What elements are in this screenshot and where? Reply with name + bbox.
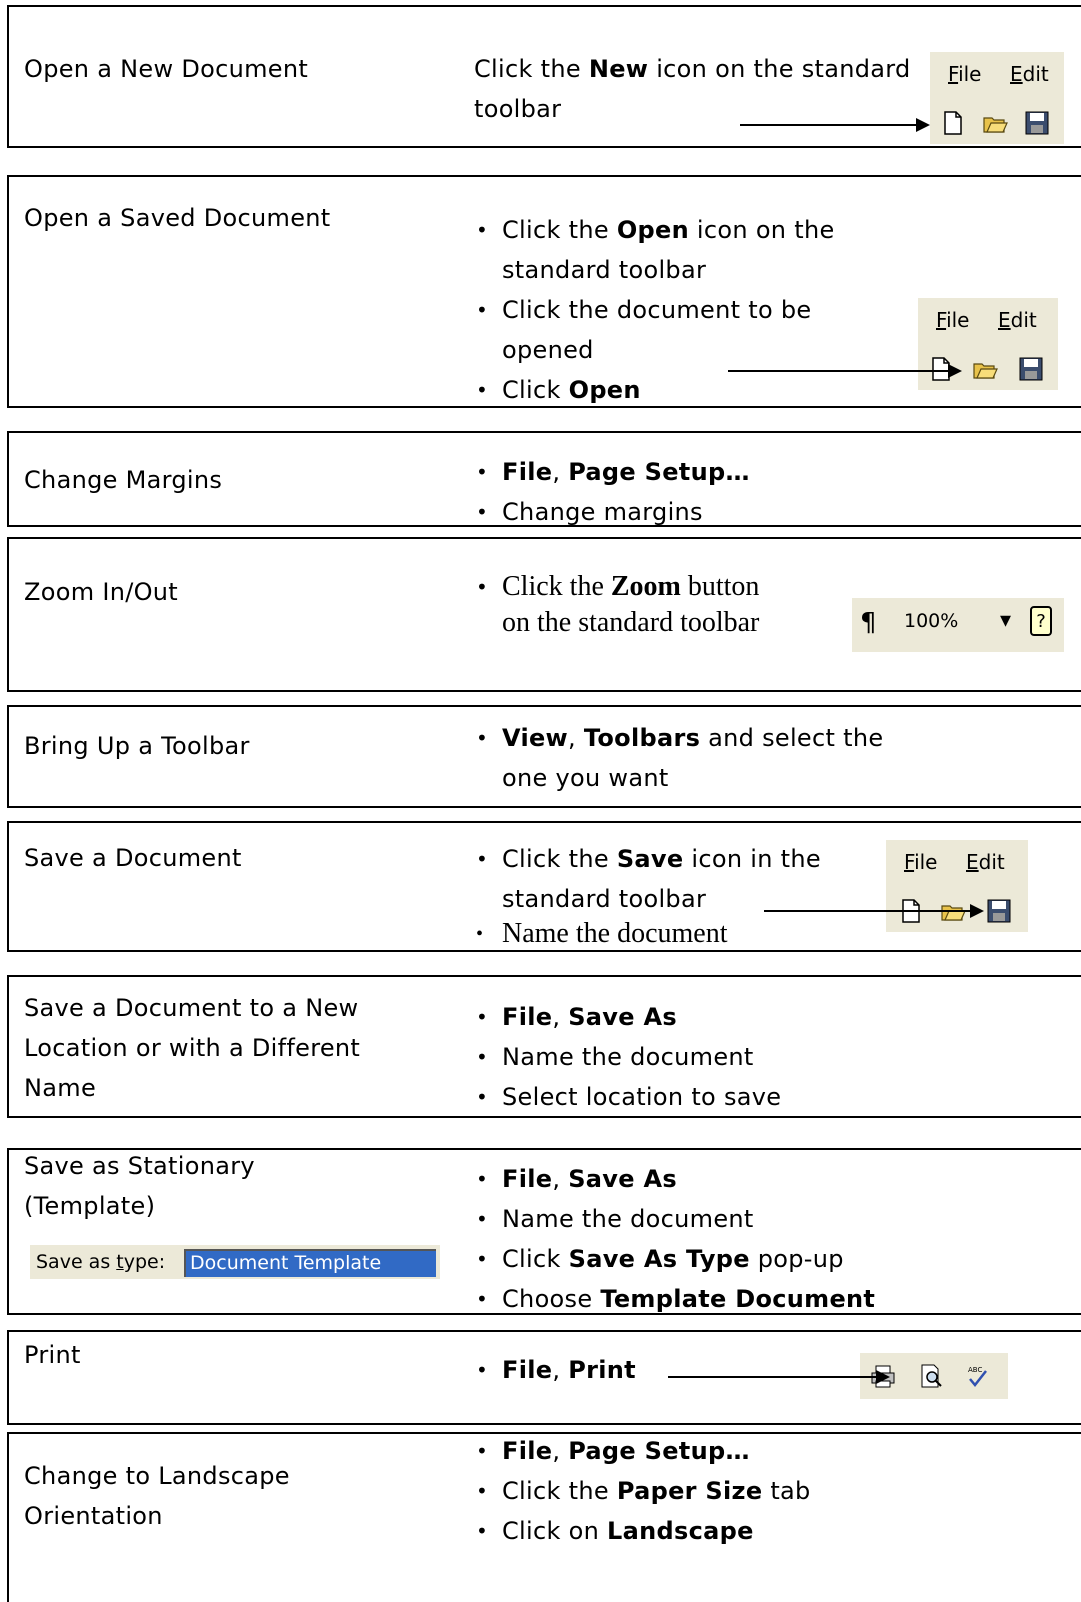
- task-label: Print: [24, 1341, 81, 1369]
- menu-file[interactable]: File: [904, 850, 937, 874]
- print-preview-icon[interactable]: [918, 1363, 944, 1389]
- task-steps: Click the Save icon in the standard tool…: [474, 839, 854, 949]
- task-label: Change Margins: [24, 466, 223, 494]
- open-folder-icon[interactable]: [982, 110, 1008, 136]
- save-disk-icon[interactable]: [986, 898, 1012, 924]
- pointer-arrow: [740, 118, 930, 132]
- menu-edit[interactable]: Edit: [998, 308, 1037, 332]
- menu-edit[interactable]: Edit: [1010, 62, 1049, 86]
- svg-text:ABC: ABC: [968, 1366, 982, 1374]
- task-description: Click the New icon on the standard toolb…: [474, 55, 911, 123]
- zoom-value[interactable]: 100%: [904, 610, 958, 632]
- task-label: Bring Up a Toolbar: [24, 732, 250, 760]
- pointer-arrow: [764, 904, 984, 918]
- save-as-type-field: Save as type: Document Template: [30, 1245, 440, 1279]
- file-edit-toolbar: File Edit: [886, 840, 1028, 932]
- file-edit-toolbar: File Edit: [918, 298, 1058, 390]
- task-steps: File, Page Setup… Change margins: [474, 452, 1034, 532]
- pointer-arrow: [668, 1370, 890, 1384]
- step: File, Save As: [474, 1159, 974, 1199]
- step: Click Open: [474, 370, 854, 410]
- step: Change margins: [474, 492, 1034, 532]
- zoom-dropdown-icon[interactable]: ▾: [1000, 608, 1011, 633]
- task-label: Open a Saved Document: [24, 204, 331, 232]
- save-disk-icon[interactable]: [1024, 110, 1050, 136]
- task-steps: File, Page Setup… Click the Paper Size t…: [474, 1431, 914, 1551]
- step: File, Print: [474, 1350, 674, 1390]
- step: Choose Template Document: [474, 1279, 974, 1319]
- zoom-toolbar: ¶ 100% ▾ ?: [852, 598, 1064, 652]
- file-edit-toolbar: File Edit: [930, 52, 1064, 144]
- task-label: Save a Document: [24, 844, 242, 872]
- task-steps: File, Save As Name the document Click Sa…: [474, 1159, 974, 1319]
- step: Click Save As Type pop-up: [474, 1239, 974, 1279]
- task-label: Change to Landscape Orientation: [24, 1462, 290, 1530]
- step: Click the Zoom button on the standard to…: [474, 569, 794, 641]
- step: Click the Paper Size tab: [474, 1471, 914, 1511]
- task-steps: File, Save As Name the document Select l…: [474, 997, 914, 1117]
- save-as-type-label: Save as type:: [36, 1251, 166, 1273]
- step: Select location to save: [474, 1077, 914, 1117]
- open-folder-icon[interactable]: [972, 356, 998, 382]
- step: Click the Open icon on the standard tool…: [474, 210, 854, 290]
- show-hide-pilcrow-icon[interactable]: ¶: [860, 608, 877, 638]
- task-label: Zoom In/Out: [24, 578, 179, 606]
- step: Click the Save icon in the standard tool…: [474, 839, 854, 919]
- save-as-type-select[interactable]: Document Template: [184, 1249, 436, 1277]
- task-steps: Click the Open icon on the standard tool…: [474, 210, 854, 410]
- menu-file[interactable]: File: [936, 308, 969, 332]
- step: Name the document: [474, 919, 854, 950]
- task-steps: File, Print: [474, 1350, 674, 1390]
- step: View, Toolbars and select the one you wa…: [474, 718, 914, 798]
- menu-edit[interactable]: Edit: [966, 850, 1005, 874]
- menu-file[interactable]: File: [948, 62, 981, 86]
- step: Name the document: [474, 1037, 914, 1077]
- step: Click on Landscape: [474, 1511, 914, 1551]
- help-icon[interactable]: ?: [1030, 606, 1052, 636]
- step: File, Page Setup…: [474, 452, 1034, 492]
- spelling-check-icon[interactable]: ABC: [964, 1363, 990, 1389]
- task-label: Save a Document to a New Location or wit…: [24, 994, 361, 1102]
- task-label: Open a New Document: [24, 55, 309, 83]
- step: File, Save As: [474, 997, 914, 1037]
- task-steps: Click the Zoom button on the standard to…: [474, 569, 794, 641]
- step: File, Page Setup…: [474, 1431, 914, 1471]
- step: Name the document: [474, 1199, 974, 1239]
- task-steps: View, Toolbars and select the one you wa…: [474, 718, 914, 798]
- pointer-arrow: [728, 364, 962, 378]
- task-label: Save as Stationary (Template): [24, 1152, 255, 1220]
- new-document-icon[interactable]: [940, 110, 966, 136]
- step: Click the document to be opened: [474, 290, 854, 370]
- save-disk-icon[interactable]: [1018, 356, 1044, 382]
